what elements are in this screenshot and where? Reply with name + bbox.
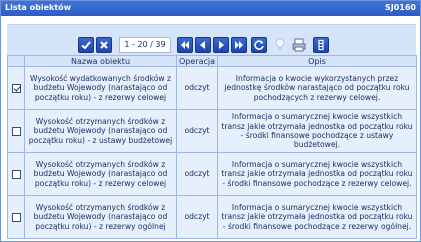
header-operation[interactable]: Operacja [176, 55, 218, 67]
first-page-icon [181, 41, 189, 49]
row-checkbox-cell[interactable] [7, 109, 25, 153]
next-page-button[interactable] [213, 37, 229, 53]
confirm-icon [81, 41, 91, 50]
table-row[interactable]: Wysokość otrzymanych środków z budżetu W… [7, 152, 417, 196]
header-description[interactable]: Opis [217, 55, 417, 67]
print-button[interactable] [291, 37, 307, 53]
row-checkbox-cell[interactable] [7, 195, 25, 239]
object-operation: odczyt [176, 66, 218, 110]
object-description: Informacja o kwocie wykorzystanych przez… [217, 66, 417, 110]
object-name: Wysokość wydatkowanych środków z budżetu… [24, 66, 177, 110]
columns-button[interactable] [313, 37, 329, 53]
first-page-button[interactable] [177, 37, 193, 53]
object-name: Wysokość otrzymanych środków z budżetu W… [24, 195, 177, 239]
cancel-button[interactable] [96, 37, 112, 53]
table-row[interactable]: Wysokość wydatkowanych środków z budżetu… [7, 66, 417, 110]
table-row[interactable]: Wysokość otrzymanych środków z budżetu W… [7, 195, 417, 239]
row-checkbox-cell[interactable] [7, 152, 25, 196]
object-operation: odczyt [176, 152, 218, 196]
row-checkbox[interactable] [11, 83, 21, 93]
last-page-button[interactable] [231, 37, 247, 53]
row-checkbox[interactable] [11, 212, 21, 222]
close-icon [100, 41, 108, 49]
object-description: Informacja o sumarycznej kwocie wszystki… [217, 195, 417, 239]
object-list-window: Lista obiektów SJ0160 1 - 20 / 39 Nazwa … [0, 0, 421, 242]
confirm-button[interactable] [78, 37, 94, 53]
row-checkbox[interactable] [11, 169, 21, 179]
print-icon [292, 38, 306, 52]
object-description: Informacja o sumarycznej kwocie wszystki… [217, 109, 417, 153]
last-page-icon [235, 41, 243, 49]
refresh-icon [254, 40, 264, 50]
table-row[interactable]: Wysokość otrzymanych środków z budżetu W… [7, 109, 417, 153]
table-header-row: Nazwa obiektu Operacja Opis [7, 55, 417, 67]
object-operation: odczyt [176, 109, 218, 153]
object-operation: odczyt [176, 195, 218, 239]
next-page-icon [219, 41, 224, 49]
header-name[interactable]: Nazwa obiektu [24, 55, 177, 67]
refresh-button[interactable] [251, 37, 267, 53]
title-bar: Lista obiektów SJ0160 [1, 1, 420, 16]
object-description: Informacja o sumarycznej kwocie wszystki… [217, 152, 417, 196]
previous-page-icon [200, 41, 205, 49]
header-select [7, 55, 25, 67]
objects-table: Nazwa obiektu Operacja Opis Wysokość wyd… [7, 55, 417, 239]
pager-display: 1 - 20 / 39 [119, 37, 171, 53]
row-checkbox[interactable] [11, 126, 21, 136]
object-name: Wysokość otrzymanych środków z budżetu W… [24, 152, 177, 196]
previous-page-button[interactable] [195, 37, 211, 53]
row-checkbox-cell[interactable] [7, 66, 25, 110]
hint-button[interactable] [272, 37, 288, 53]
object-name: Wysokość otrzymanych środków z budżetu W… [24, 109, 177, 153]
window-code: SJ0160 [384, 3, 416, 12]
columns-icon [318, 39, 324, 51]
lightbulb-icon [275, 38, 285, 50]
window-title: Lista obiektów [5, 3, 72, 12]
